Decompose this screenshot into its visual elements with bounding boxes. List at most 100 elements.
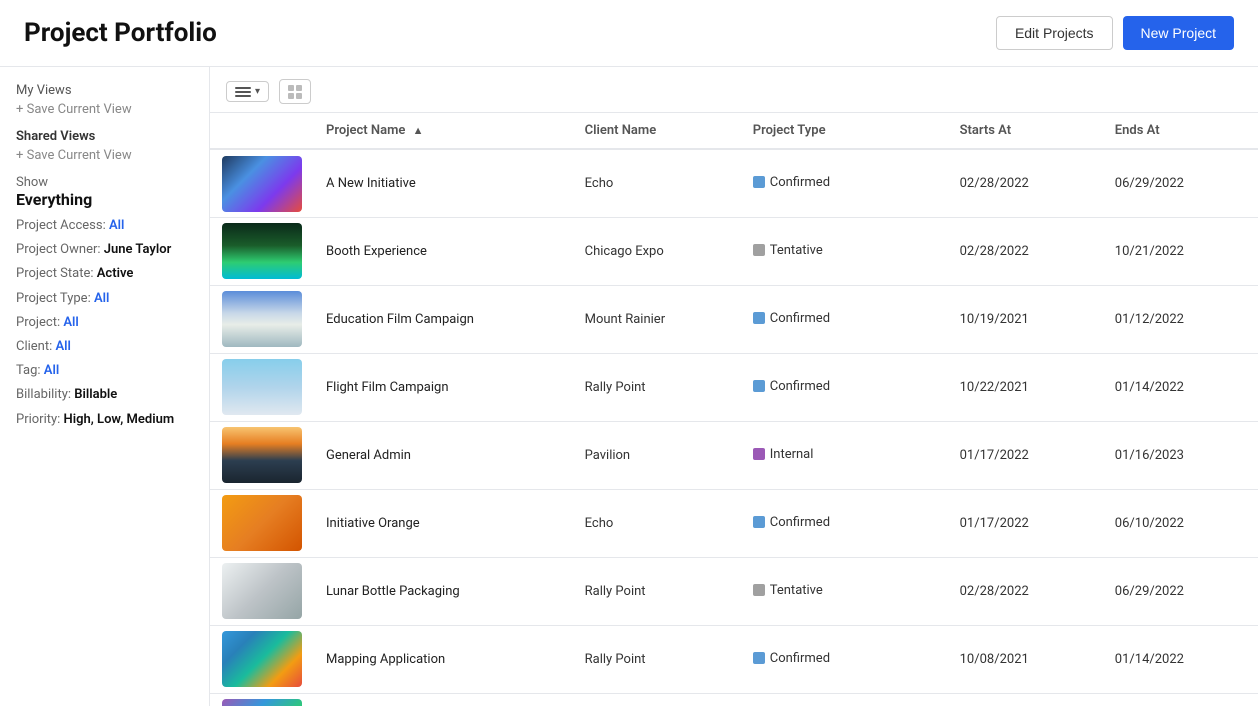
client-name: Echo bbox=[573, 149, 741, 217]
project-name[interactable]: Education Film Campaign bbox=[314, 285, 573, 353]
project-thumbnail-cell bbox=[210, 149, 314, 217]
my-views-label[interactable]: My Views bbox=[16, 83, 193, 98]
view-toolbar: ▾ bbox=[210, 67, 1258, 113]
filter-tag-label: Tag: bbox=[16, 363, 44, 378]
project-type: Confirmed bbox=[741, 353, 948, 421]
table-row[interactable]: Mobile EngagementRally PointConfirmed01/… bbox=[210, 693, 1258, 706]
project-thumbnail bbox=[222, 631, 302, 687]
project-thumbnail-cell bbox=[210, 285, 314, 353]
filter-project-access[interactable]: Project Access: All bbox=[16, 217, 193, 235]
col-starts-at[interactable]: Starts At bbox=[948, 113, 1103, 149]
project-type: Confirmed bbox=[741, 285, 948, 353]
project-thumbnail bbox=[222, 699, 302, 706]
project-thumbnail bbox=[222, 495, 302, 551]
project-name[interactable]: Flight Film Campaign bbox=[314, 353, 573, 421]
sidebar: My Views + Save Current View Shared View… bbox=[0, 67, 210, 706]
filter-project-owner-label: Project Owner: bbox=[16, 242, 104, 257]
ends-at: 10/21/2022 bbox=[1103, 217, 1258, 285]
table-row[interactable]: Lunar Bottle PackagingRally PointTentati… bbox=[210, 557, 1258, 625]
filter-project-access-label: Project Access: bbox=[16, 218, 109, 233]
ends-at: 06/29/2022 bbox=[1103, 557, 1258, 625]
project-name[interactable]: Booth Experience bbox=[314, 217, 573, 285]
project-type: Confirmed bbox=[741, 149, 948, 217]
table-row[interactable]: General AdminPavilionInternal01/17/20220… bbox=[210, 421, 1258, 489]
filter-project-state-label: Project State: bbox=[16, 266, 97, 281]
col-client-name[interactable]: Client Name bbox=[573, 113, 741, 149]
filter-project-label: Project: bbox=[16, 315, 63, 330]
filter-project-owner[interactable]: Project Owner: June Taylor bbox=[16, 241, 193, 259]
project-thumbnail bbox=[222, 359, 302, 415]
shared-views-label[interactable]: Shared Views bbox=[16, 129, 193, 144]
projects-table: Project Name ▲ Client Name Project Type … bbox=[210, 113, 1258, 706]
filter-project-state[interactable]: Project State: Active bbox=[16, 265, 193, 283]
filter-project-type-label: Project Type: bbox=[16, 291, 94, 306]
ends-at: 01/16/2023 bbox=[1103, 421, 1258, 489]
grid-icon bbox=[288, 85, 302, 99]
client-name: Pavilion bbox=[573, 421, 741, 489]
project-name[interactable]: General Admin bbox=[314, 421, 573, 489]
type-label: Confirmed bbox=[770, 175, 830, 190]
project-type: Tentative bbox=[741, 557, 948, 625]
filter-billability-value: Billable bbox=[74, 387, 117, 402]
list-view-chevron: ▾ bbox=[255, 86, 260, 97]
save-current-view-2[interactable]: + Save Current View bbox=[16, 148, 193, 163]
project-name[interactable]: Mobile Engagement bbox=[314, 693, 573, 706]
project-thumbnail-cell bbox=[210, 557, 314, 625]
grid-view-button[interactable] bbox=[279, 79, 311, 104]
project-type: Confirmed bbox=[741, 693, 948, 706]
project-name[interactable]: Lunar Bottle Packaging bbox=[314, 557, 573, 625]
project-thumbnail bbox=[222, 563, 302, 619]
col-project-name[interactable]: Project Name ▲ bbox=[314, 113, 573, 149]
type-dot-icon bbox=[753, 652, 765, 664]
filter-project-type[interactable]: Project Type: All bbox=[16, 290, 193, 308]
main-layout: My Views + Save Current View Shared View… bbox=[0, 67, 1258, 706]
main-content: ▾ Project Name ▲ Client Name bbox=[210, 67, 1258, 706]
new-project-button[interactable]: New Project bbox=[1123, 16, 1234, 50]
ends-at: 06/10/2022 bbox=[1103, 489, 1258, 557]
filter-billability[interactable]: Billability: Billable bbox=[16, 386, 193, 404]
show-value: Everything bbox=[16, 190, 193, 209]
client-name: Echo bbox=[573, 489, 741, 557]
table-row[interactable]: Flight Film CampaignRally PointConfirmed… bbox=[210, 353, 1258, 421]
filter-billability-label: Billability: bbox=[16, 387, 74, 402]
ends-at: 01/14/2022 bbox=[1103, 353, 1258, 421]
filter-project-access-value: All bbox=[109, 218, 124, 233]
client-name: Rally Point bbox=[573, 557, 741, 625]
project-thumbnail bbox=[222, 156, 302, 212]
filter-tag[interactable]: Tag: All bbox=[16, 362, 193, 380]
col-ends-at[interactable]: Ends At bbox=[1103, 113, 1258, 149]
table-header-row: Project Name ▲ Client Name Project Type … bbox=[210, 113, 1258, 149]
save-current-view-1[interactable]: + Save Current View bbox=[16, 102, 193, 117]
type-dot-icon bbox=[753, 584, 765, 596]
col-project-type[interactable]: Project Type bbox=[741, 113, 948, 149]
table-row[interactable]: Mapping ApplicationRally PointConfirmed1… bbox=[210, 625, 1258, 693]
table-row[interactable]: Initiative OrangeEchoConfirmed01/17/2022… bbox=[210, 489, 1258, 557]
project-thumbnail-cell bbox=[210, 217, 314, 285]
type-label: Confirmed bbox=[770, 311, 830, 326]
project-name[interactable]: Initiative Orange bbox=[314, 489, 573, 557]
project-type: Confirmed bbox=[741, 625, 948, 693]
filter-project-type-value: All bbox=[94, 291, 109, 306]
starts-at: 10/22/2021 bbox=[948, 353, 1103, 421]
starts-at: 02/28/2022 bbox=[948, 149, 1103, 217]
filter-client[interactable]: Client: All bbox=[16, 338, 193, 356]
project-thumbnail bbox=[222, 223, 302, 279]
shared-views-section: Shared Views + Save Current View bbox=[16, 129, 193, 163]
filter-priority[interactable]: Priority: High, Low, Medium bbox=[16, 411, 193, 429]
type-label: Confirmed bbox=[770, 651, 830, 666]
my-views-section: My Views + Save Current View bbox=[16, 83, 193, 117]
project-name[interactable]: A New Initiative bbox=[314, 149, 573, 217]
type-dot-icon bbox=[753, 380, 765, 392]
table-row[interactable]: Education Film CampaignMount RainierConf… bbox=[210, 285, 1258, 353]
table-row[interactable]: Booth ExperienceChicago ExpoTentative02/… bbox=[210, 217, 1258, 285]
edit-projects-button[interactable]: Edit Projects bbox=[996, 16, 1113, 50]
filter-project[interactable]: Project: All bbox=[16, 314, 193, 332]
type-dot-icon bbox=[753, 312, 765, 324]
ends-at: 06/29/2022 bbox=[1103, 149, 1258, 217]
project-name[interactable]: Mapping Application bbox=[314, 625, 573, 693]
table-row[interactable]: A New InitiativeEcho Confirmed 02/28/20220… bbox=[210, 149, 1258, 217]
ends-at: 01/12/2022 bbox=[1103, 285, 1258, 353]
page-title: Project Portfolio bbox=[24, 18, 217, 48]
starts-at: 01/17/2022 bbox=[948, 421, 1103, 489]
list-view-button[interactable]: ▾ bbox=[226, 81, 269, 102]
